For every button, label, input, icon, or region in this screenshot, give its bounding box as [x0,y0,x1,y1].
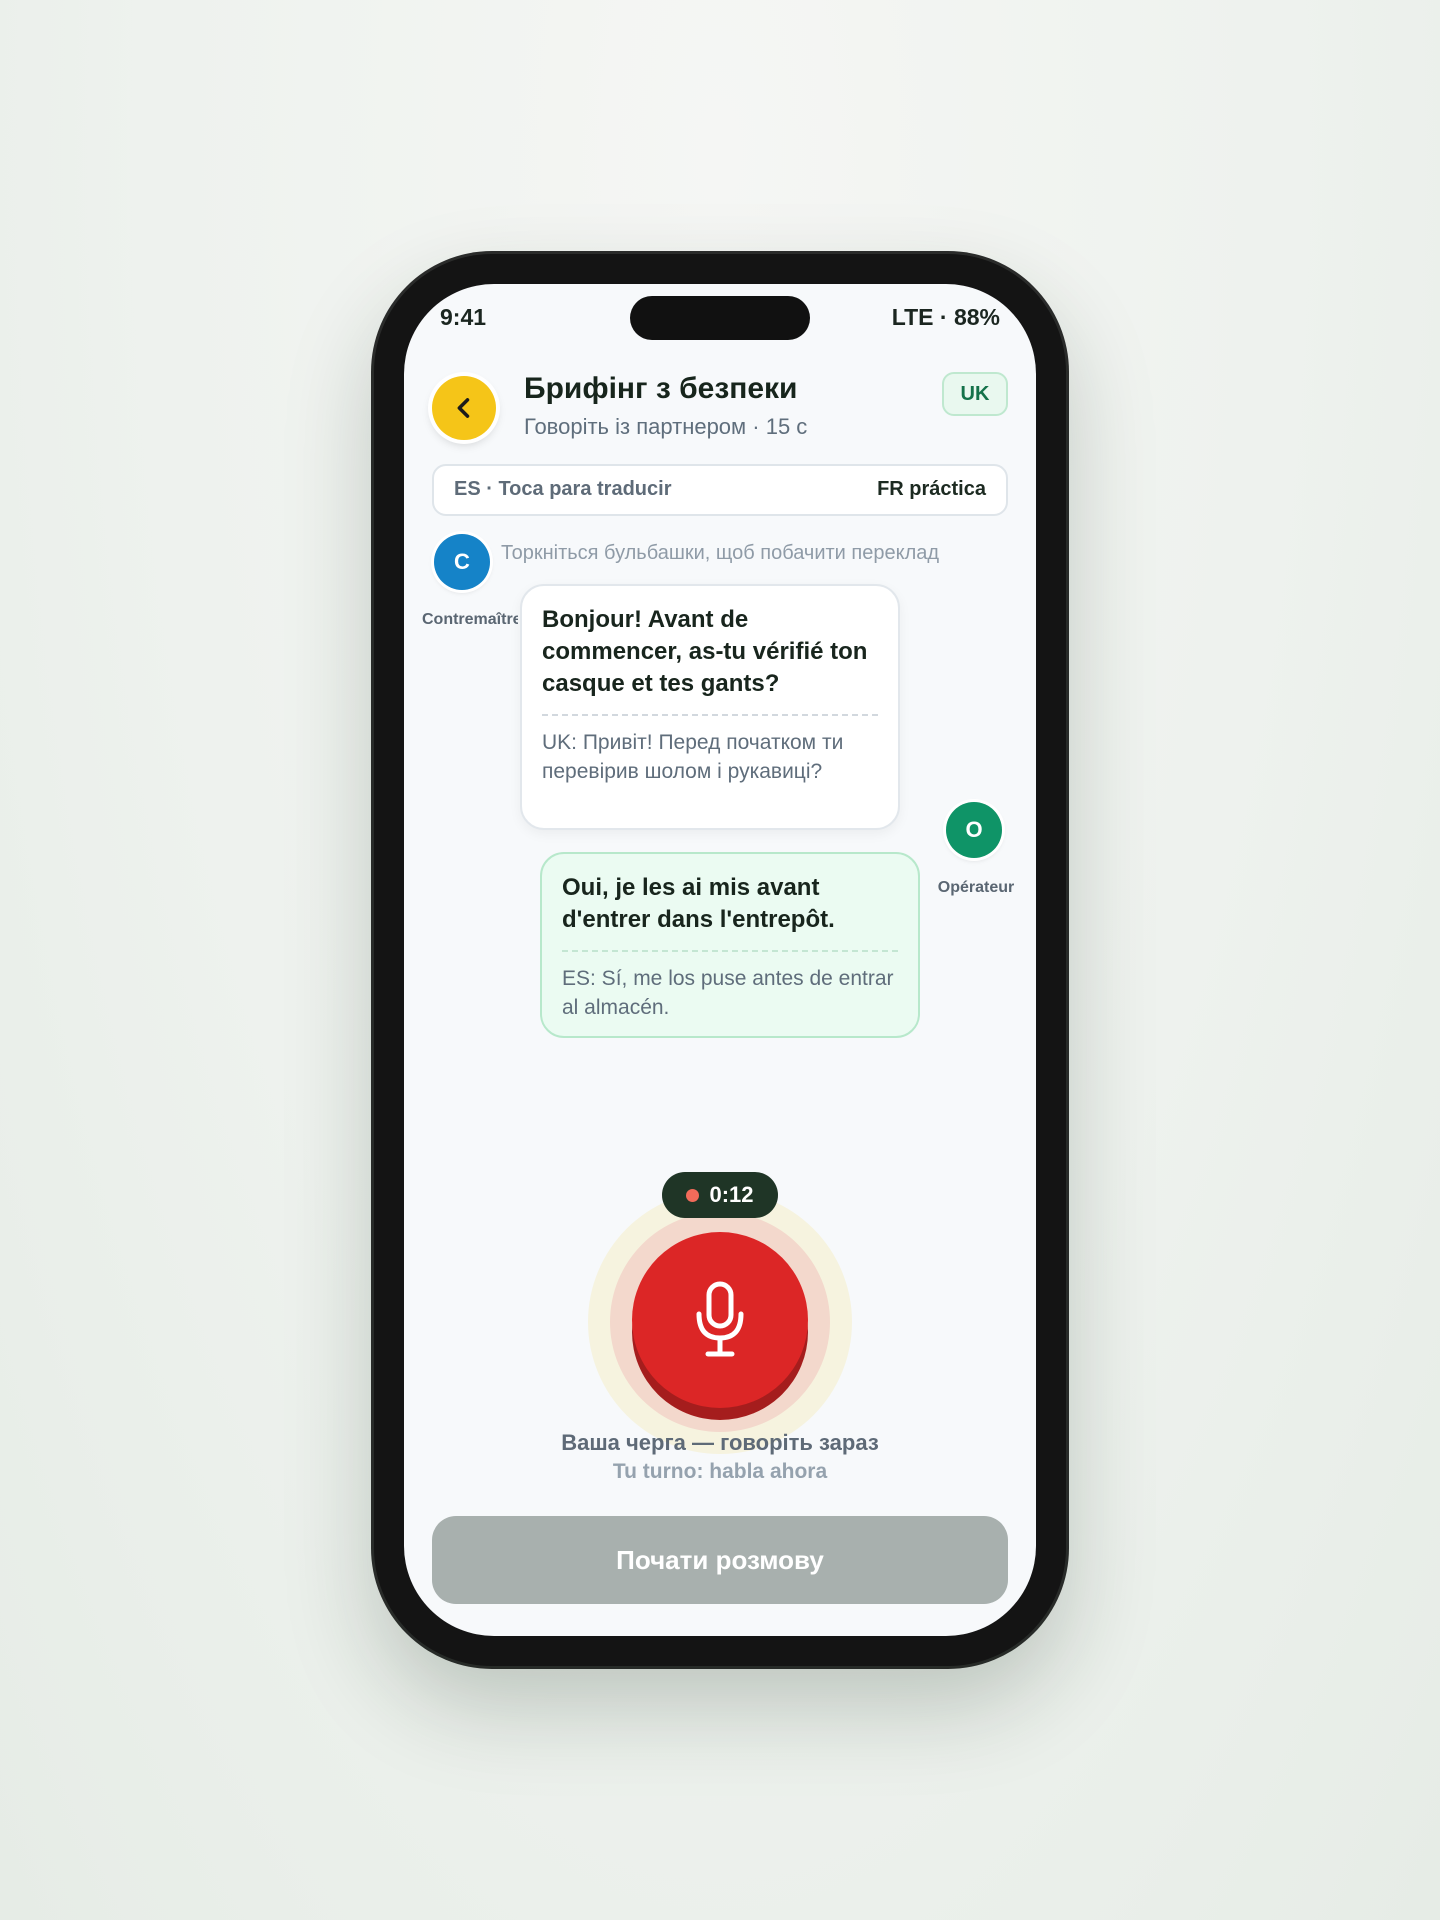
turn-label: Ваша черга — говоріть зараз [561,1430,879,1455]
back-button[interactable] [432,376,496,440]
timer-value: 0:12 [709,1182,754,1207]
record-button[interactable] [632,1232,808,1408]
dynamic-island [630,296,810,340]
avatar-contremaitre: C [434,534,490,590]
recording-timer: 0:12 [662,1172,778,1218]
recording-dot-icon [686,1188,700,1202]
app-screen: 9:41 LTE · 88% Брифінг з безпеки Говоріт… [404,284,1036,1636]
speaker-name: Contremaître [422,611,518,628]
practice-language-label: FR práctica [877,478,986,500]
page-subtitle: Говоріть із партнером · 15 с [524,414,808,439]
message-bubble-incoming[interactable]: Bonjour! Avant de commencer, as-tu vérif… [520,584,900,830]
avatar-initial: C [454,549,470,574]
avatar-initial: O [965,817,983,842]
message-translation: UK: Привіт! Перед початком ти перевірив … [542,731,844,783]
avatar-operateur: O [946,802,1002,858]
start-conversation-button[interactable]: Почати розмову [432,1516,1008,1604]
language-badge[interactable]: UK [942,372,1008,416]
speaker-name: Opérateur [937,879,1015,896]
chevron-left-icon [457,398,470,418]
microphone-icon [696,1281,744,1357]
language-pair-bar[interactable]: ES · Toca para traducir FR práctica [432,464,1008,516]
bubble-divider [562,950,898,952]
message-translation: ES: Sí, me los puse antes de entrar al a… [562,967,894,1019]
page-title: Брифінг з безпеки [524,372,798,405]
source-language-label: ES · Toca para traducir [454,478,672,500]
turn-sublabel: Tu turno: habla ahora [612,1460,828,1483]
message-text: Oui, je les ai mis avant d'entrer dans l… [562,874,835,933]
bubble-divider [542,714,878,716]
status-time: 9:41 [440,304,487,330]
translation-hint: Торкніться бульбашки, щоб побачити перек… [500,542,940,564]
message-text: Bonjour! Avant de commencer, as-tu vérif… [542,606,868,697]
message-bubble-outgoing[interactable]: Oui, je les ai mis avant d'entrer dans l… [540,852,920,1038]
phone-frame: 9:41 LTE · 88% Брифінг з безпеки Говоріт… [374,254,1066,1666]
status-network-battery: LTE · 88% [891,304,1000,330]
